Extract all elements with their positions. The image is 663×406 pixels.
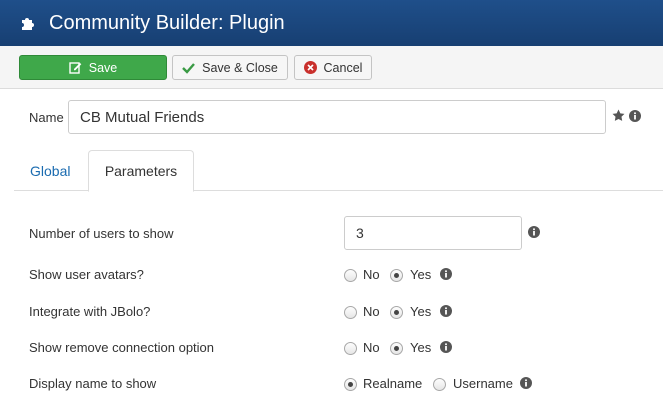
edit-icon [69, 61, 82, 74]
save-close-button[interactable]: Save & Close [172, 55, 288, 80]
jbolo-yes-radio[interactable] [390, 306, 403, 319]
toolbar: Save Save & Close Cancel [0, 46, 663, 89]
cancel-circle-icon [303, 61, 317, 74]
info-icon[interactable] [520, 377, 532, 392]
display-name-label: Display name to show [29, 376, 157, 391]
avatars-label: Show user avatars? [29, 267, 144, 282]
title-bar: Community Builder: Plugin [0, 0, 663, 46]
page-title: Community Builder: Plugin [49, 11, 285, 34]
info-icon[interactable] [629, 110, 641, 125]
remove-connection-yes-radio[interactable] [390, 342, 403, 355]
tab-global[interactable]: Global [30, 150, 70, 191]
jbolo-no-label: No [363, 304, 380, 319]
check-icon [182, 62, 196, 74]
cancel-label: Cancel [323, 60, 363, 75]
jbolo-no-radio[interactable] [344, 306, 357, 319]
tab-bar: Global Parameters [14, 150, 663, 192]
num-users-input[interactable] [344, 216, 522, 250]
star-icon[interactable] [612, 109, 625, 125]
remove-connection-no-label: No [363, 340, 380, 355]
avatars-yes-radio[interactable] [390, 269, 403, 282]
info-icon[interactable] [440, 305, 452, 320]
puzzle-icon [18, 12, 40, 34]
avatars-no-label: No [363, 267, 380, 282]
display-name-realname-label: Realname [363, 376, 423, 391]
avatars-no-radio[interactable] [344, 269, 357, 282]
jbolo-yes-label: Yes [410, 304, 432, 319]
save-close-label: Save & Close [202, 60, 278, 75]
num-users-label: Number of users to show [29, 226, 174, 241]
remove-connection-yes-label: Yes [410, 340, 432, 355]
save-label: Save [88, 60, 118, 75]
save-button[interactable]: Save [19, 55, 167, 80]
name-label: Name [29, 110, 64, 125]
display-name-username-radio[interactable] [433, 378, 446, 391]
avatars-yes-label: Yes [410, 267, 432, 282]
display-name-realname-radio[interactable] [344, 378, 357, 391]
remove-connection-label: Show remove connection option [29, 340, 215, 355]
info-icon[interactable] [440, 268, 452, 283]
name-input[interactable] [68, 100, 606, 134]
info-icon[interactable] [528, 226, 540, 241]
info-icon[interactable] [440, 341, 452, 356]
display-name-username-label: Username [453, 376, 513, 391]
cancel-button[interactable]: Cancel [294, 55, 372, 80]
tab-parameters[interactable]: Parameters [88, 150, 194, 192]
jbolo-label: Integrate with JBolo? [29, 304, 151, 319]
remove-connection-no-radio[interactable] [344, 342, 357, 355]
